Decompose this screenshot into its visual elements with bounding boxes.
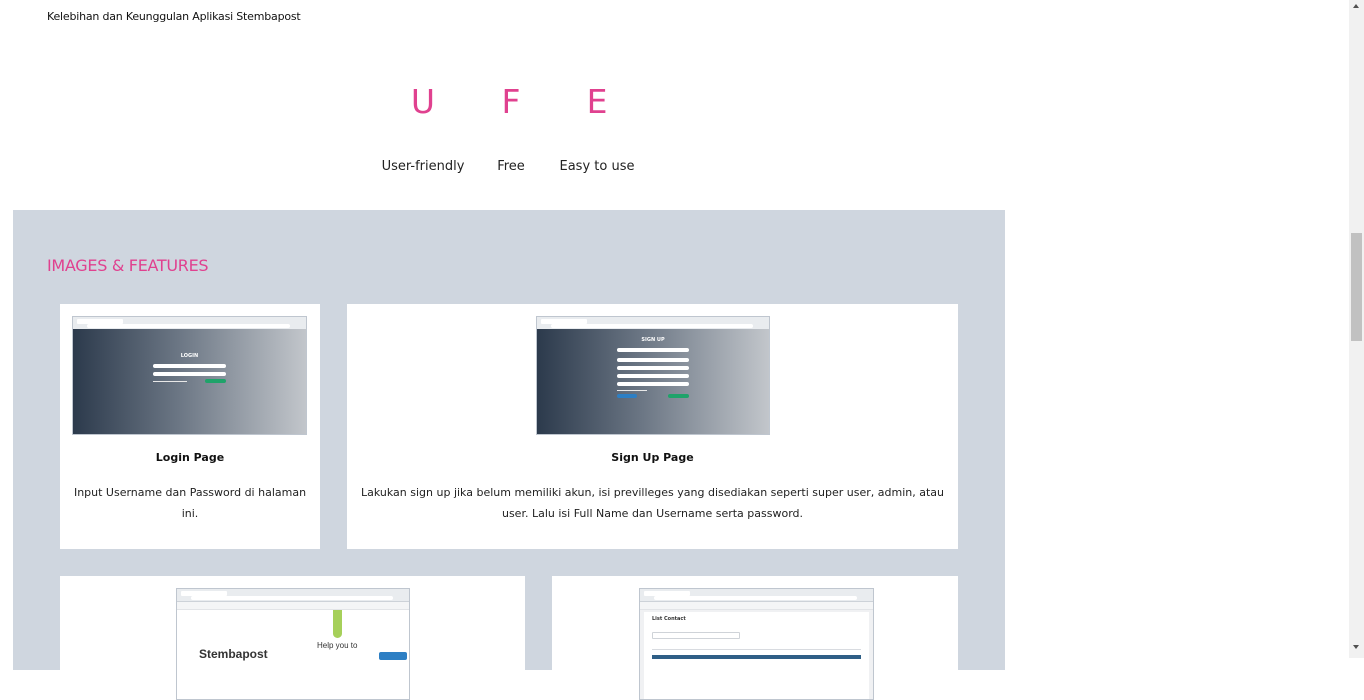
advantage-letter-e: E — [586, 82, 608, 121]
home-page-screenshot: Help you to Stembapost — [176, 588, 410, 700]
advantage-letter-u: U — [410, 82, 436, 121]
browser-chrome — [640, 589, 873, 602]
home-thumb-subtitle: Help you to — [317, 641, 358, 650]
feature-card-signup: SIGN UP Sign Up Page Lakukan sign up jik… — [347, 304, 958, 549]
features-title: IMAGES & FEATURES — [47, 256, 209, 275]
scroll-down-arrow-icon[interactable] — [1353, 645, 1359, 649]
feature-card-home: Help you to Stembapost — [60, 576, 525, 700]
login-page-screenshot: LOGIN — [72, 316, 307, 435]
scroll-up-arrow-icon[interactable] — [1353, 4, 1359, 8]
signup-thumb-title: SIGN UP — [641, 337, 665, 343]
advantage-letter-f: F — [501, 82, 521, 121]
list-contact-thumb-title: List Contact — [652, 616, 686, 622]
advantage-label-easy: Easy to use — [559, 159, 635, 174]
feature-card-description: Lakukan sign up jika belum memiliki akun… — [361, 486, 944, 520]
feature-card-login: LOGIN Login Page Input Username dan Pass… — [60, 304, 320, 549]
feature-card-description: Input Username dan Password di halaman i… — [73, 486, 307, 520]
feature-card-title: Login Page — [155, 451, 225, 464]
features-section: IMAGES & FEATURES LOGIN Login Page Input… — [13, 210, 1005, 700]
signup-page-screenshot: SIGN UP — [536, 316, 770, 435]
page-scrollbar[interactable] — [1349, 0, 1364, 658]
list-contact-screenshot: List Contact — [639, 588, 874, 700]
home-thumb-title: Stembapost — [199, 647, 268, 661]
login-thumb-title: LOGIN — [180, 353, 199, 359]
green-banner — [333, 610, 342, 638]
feature-card-title: Sign Up Page — [611, 451, 694, 464]
page-heading: Kelebihan dan Keunggulan Aplikasi Stemba… — [47, 10, 301, 23]
browser-chrome — [177, 589, 409, 602]
feature-card-list-contact: List Contact — [552, 576, 958, 700]
scrollbar-thumb[interactable] — [1351, 233, 1362, 341]
